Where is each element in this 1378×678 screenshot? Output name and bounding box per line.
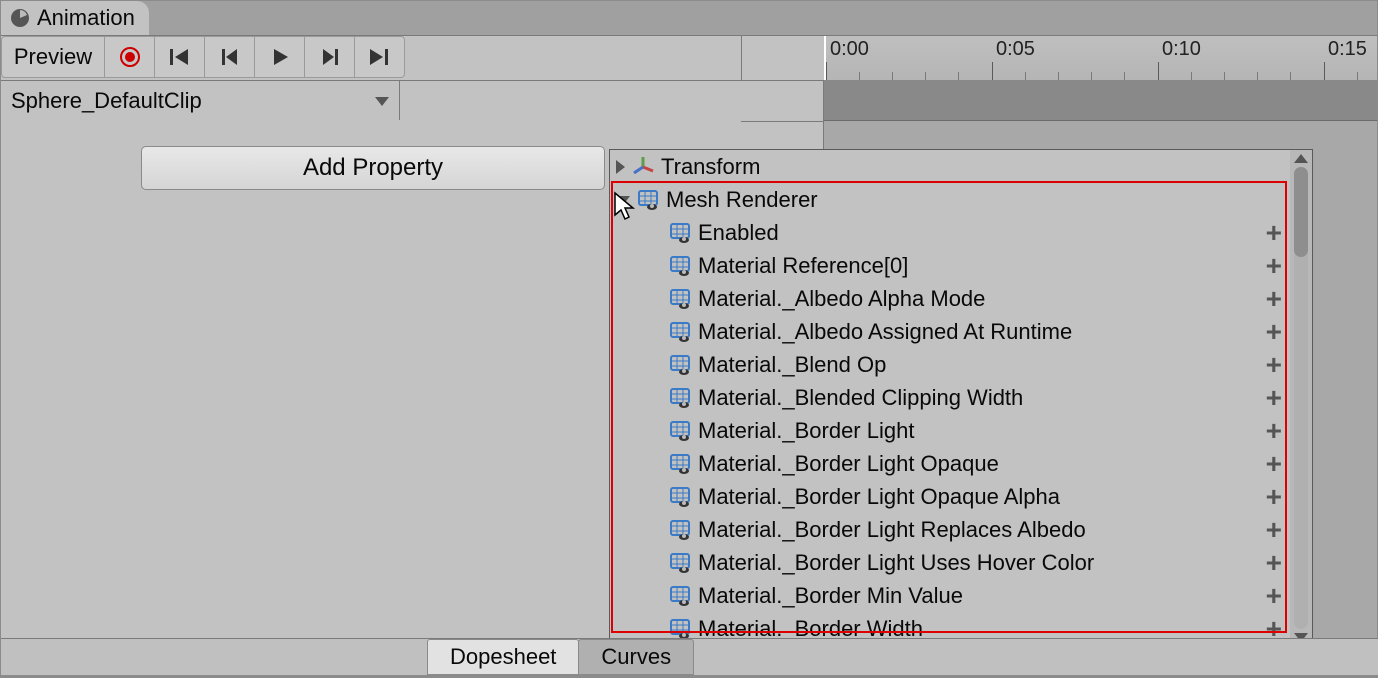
add-icon[interactable]: +	[1266, 349, 1282, 381]
property-label: Material._Border Light Uses Hover Color	[698, 550, 1094, 576]
mesh-renderer-icon	[636, 188, 660, 212]
prev-key-button[interactable]	[205, 36, 255, 78]
next-key-icon	[320, 47, 340, 67]
property-label: Enabled	[698, 220, 779, 246]
property-label: Material._Border Light Opaque Alpha	[698, 484, 1060, 510]
preview-label: Preview	[14, 44, 92, 70]
property-item[interactable]: Material._Albedo Alpha Mode +	[610, 282, 1312, 315]
time-label: 0:05	[996, 38, 1035, 61]
clip-name: Sphere_DefaultClip	[11, 88, 202, 114]
property-label: Material._Albedo Assigned At Runtime	[698, 319, 1072, 345]
add-icon[interactable]: +	[1266, 382, 1282, 414]
property-label: Material._Border Light	[698, 418, 914, 444]
mesh-renderer-icon	[668, 254, 692, 278]
last-frame-button[interactable]	[355, 36, 405, 78]
mesh-renderer-icon	[668, 221, 692, 245]
property-label: Transform	[661, 154, 760, 180]
add-property-popup: Transform Mesh Renderer Enabled+Material…	[609, 149, 1313, 647]
transform-icon	[631, 155, 655, 179]
skip-start-icon	[168, 47, 192, 67]
add-icon[interactable]: +	[1266, 514, 1282, 546]
mesh-renderer-icon	[668, 518, 692, 542]
time-label: 0:10	[1162, 38, 1201, 61]
property-item[interactable]: Material._Border Min Value +	[610, 579, 1312, 612]
property-item[interactable]: Material._Border Light Uses Hover Color +	[610, 546, 1312, 579]
clip-dropdown[interactable]: Sphere_DefaultClip	[1, 81, 400, 121]
playhead[interactable]	[824, 36, 826, 80]
property-label: Material._Albedo Alpha Mode	[698, 286, 985, 312]
add-icon[interactable]: +	[1266, 283, 1282, 315]
play-icon	[270, 47, 290, 67]
property-label: Material._Blended Clipping Width	[698, 385, 1023, 411]
property-group-mesh-renderer[interactable]: Mesh Renderer	[610, 183, 1312, 216]
scroll-up-icon	[1294, 154, 1308, 163]
dropdown-icon	[375, 97, 389, 106]
property-label: Material._Blend Op	[698, 352, 886, 378]
scrollbar-thumb[interactable]	[1294, 167, 1308, 257]
property-label: Material._Border Min Value	[698, 583, 963, 609]
preview-button[interactable]: Preview	[1, 36, 105, 78]
tab-title: Animation	[37, 5, 135, 31]
property-item[interactable]: Material._Border Light +	[610, 414, 1312, 447]
popup-scrollbar[interactable]	[1290, 150, 1312, 646]
property-item[interactable]: Material._Albedo Assigned At Runtime +	[610, 315, 1312, 348]
property-item[interactable]: Material._Blend Op +	[610, 348, 1312, 381]
mesh-renderer-icon	[668, 353, 692, 377]
timeline-header: 0:00 0:05 0:10 0:15	[741, 36, 1377, 80]
curves-tab[interactable]: Curves	[578, 639, 694, 675]
mesh-renderer-icon	[668, 485, 692, 509]
add-icon[interactable]: +	[1266, 481, 1282, 513]
mesh-renderer-icon	[668, 320, 692, 344]
add-icon[interactable]: +	[1266, 415, 1282, 447]
mesh-renderer-icon	[668, 452, 692, 476]
timeline-event-track[interactable]	[824, 80, 1377, 121]
mesh-renderer-icon	[668, 551, 692, 575]
view-mode-tabs: Dopesheet Curves	[1, 638, 1378, 675]
timeline-ruler[interactable]: 0:00 0:05 0:10 0:15	[824, 36, 1377, 81]
play-button[interactable]	[255, 36, 305, 78]
next-key-button[interactable]	[305, 36, 355, 78]
add-icon[interactable]: +	[1266, 547, 1282, 579]
animation-tab[interactable]: Animation	[1, 1, 149, 35]
curves-label: Curves	[601, 644, 671, 670]
add-icon[interactable]: +	[1266, 580, 1282, 612]
dopesheet-label: Dopesheet	[450, 644, 556, 670]
time-label: 0:00	[830, 38, 869, 61]
first-frame-button[interactable]	[155, 36, 205, 78]
record-icon	[119, 46, 141, 68]
mesh-renderer-icon	[668, 617, 692, 641]
mesh-renderer-icon	[668, 287, 692, 311]
property-item[interactable]: Material._Border Light Opaque Alpha +	[610, 480, 1312, 513]
property-group-transform[interactable]: Transform	[610, 150, 1312, 183]
property-label: Material._Border Light Replaces Albedo	[698, 517, 1086, 543]
prev-key-icon	[220, 47, 240, 67]
scrollbar-track[interactable]	[1294, 167, 1308, 629]
mesh-renderer-icon	[668, 584, 692, 608]
property-label: Mesh Renderer	[666, 187, 818, 213]
mesh-renderer-icon	[668, 419, 692, 443]
property-label: Material._Border Light Opaque	[698, 451, 999, 477]
property-item[interactable]: Enabled +	[610, 216, 1312, 249]
add-property-button[interactable]: Add Property	[141, 146, 605, 190]
property-item[interactable]: Material._Blended Clipping Width +	[610, 381, 1312, 414]
add-icon[interactable]: +	[1266, 250, 1282, 282]
record-button[interactable]	[105, 36, 155, 78]
property-item[interactable]: Material._Border Light Replaces Albedo +	[610, 513, 1312, 546]
tab-bar: Animation	[1, 1, 1377, 36]
property-label: Material Reference[0]	[698, 253, 908, 279]
mesh-renderer-icon	[668, 386, 692, 410]
property-item[interactable]: Material Reference[0] +	[610, 249, 1312, 282]
foldout-closed-icon	[616, 160, 625, 174]
add-property-label: Add Property	[303, 154, 443, 182]
add-icon[interactable]: +	[1266, 316, 1282, 348]
add-icon[interactable]: +	[1266, 217, 1282, 249]
time-label: 0:15	[1328, 38, 1367, 61]
skip-end-icon	[368, 47, 392, 67]
dopesheet-tab[interactable]: Dopesheet	[427, 639, 579, 675]
clock-icon	[9, 7, 31, 29]
property-item[interactable]: Material._Border Light Opaque +	[610, 447, 1312, 480]
add-icon[interactable]: +	[1266, 448, 1282, 480]
foldout-open-icon	[616, 196, 630, 205]
